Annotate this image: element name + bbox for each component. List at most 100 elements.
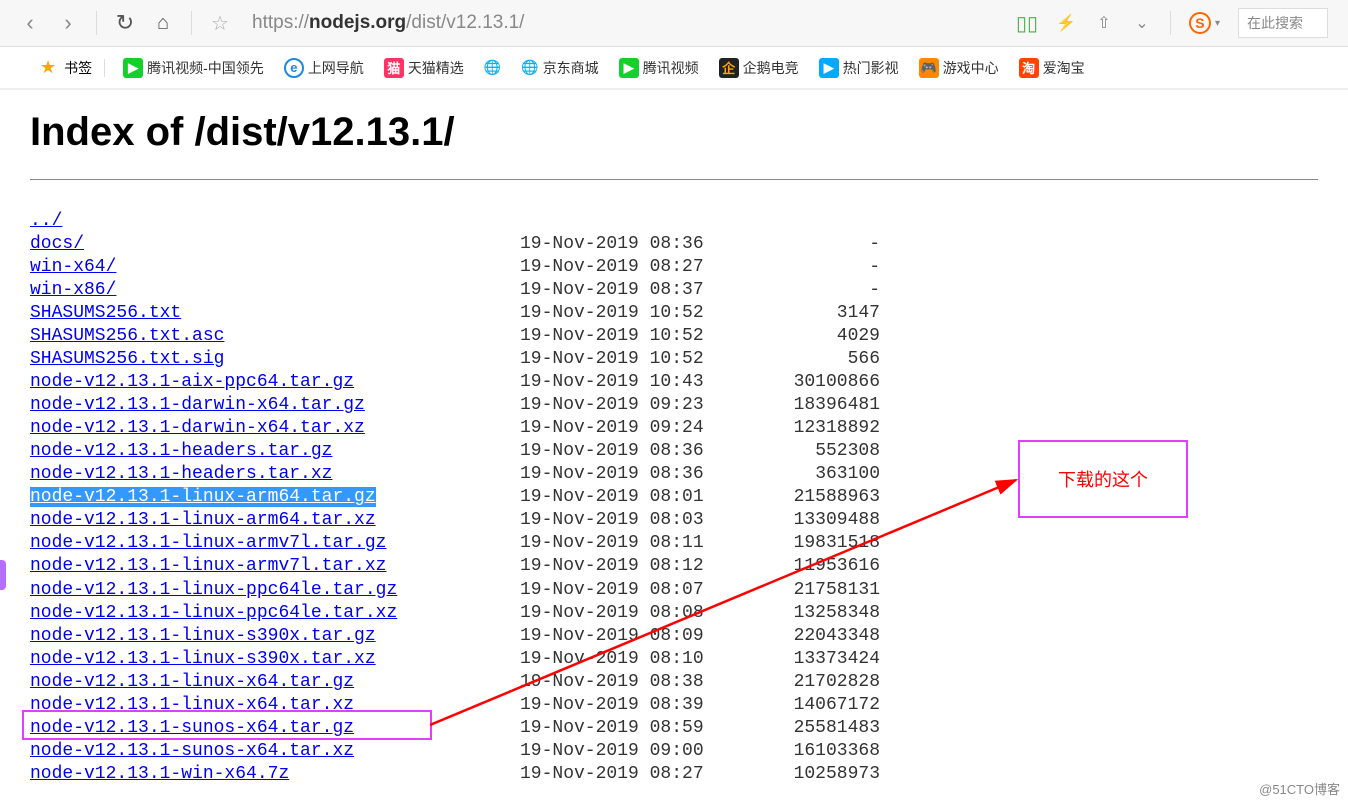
lightning-icon[interactable]: ⚡	[1056, 13, 1076, 33]
back-icon[interactable]: ‹	[20, 13, 40, 33]
file-size: 22043348	[740, 625, 880, 648]
bookmark-jd[interactable]: 🌐 京东商城	[515, 58, 604, 78]
share-icon[interactable]: ⇧	[1094, 13, 1114, 33]
home-icon[interactable]: ⌂	[153, 13, 173, 33]
file-link[interactable]: node-v12.13.1-headers.tar.gz	[30, 441, 332, 461]
file-size: 21758131	[740, 579, 880, 602]
file-link[interactable]: node-v12.13.1-linux-x64.tar.gz	[30, 672, 354, 692]
file-size: 13258348	[740, 602, 880, 625]
file-row: node-v12.13.1-darwin-x64.tar.gz 19-Nov-20…	[30, 394, 1318, 417]
star-icon[interactable]: ★	[40, 57, 56, 78]
file-row: node-v12.13.1-darwin-x64.tar.xz19-Nov-20…	[30, 417, 1318, 440]
file-row: node-v12.13.1-aix-ppc64.tar.gz 19-Nov-201…	[30, 371, 1318, 394]
file-link[interactable]: node-v12.13.1-linux-armv7l.tar.xz	[30, 556, 386, 576]
file-size: 552308	[740, 440, 880, 463]
file-size: 4029	[740, 325, 880, 348]
file-row: node-v12.13.1-linux-s390x.tar.gz 19-Nov-2…	[30, 625, 1318, 648]
bookmark-tencent-video2[interactable]: ▶腾讯视频	[613, 58, 705, 78]
file-row: win-x86/19-Nov-2019 08:37-	[30, 279, 1318, 302]
file-link[interactable]: node-v12.13.1-linux-ppc64le.tar.xz	[30, 603, 397, 623]
bookmark-label: 腾讯视频	[643, 58, 699, 78]
file-date: 19-Nov-2019 08:07	[520, 579, 740, 602]
file-row: node-v12.13.1-linux-armv7l.tar.xz19-Nov-…	[30, 555, 1318, 578]
globe-icon: 🌐	[521, 59, 538, 76]
file-link[interactable]: node-v12.13.1-headers.tar.xz	[30, 464, 332, 484]
file-size: -	[740, 233, 880, 256]
file-link[interactable]: node-v12.13.1-linux-ppc64le.tar.gz	[30, 580, 397, 600]
url-bar[interactable]: https://nodejs.org/dist/v12.13.1/	[252, 12, 524, 34]
file-link[interactable]: win-x64/	[30, 257, 116, 277]
file-size: 566	[740, 348, 880, 371]
left-tab-handle[interactable]	[0, 560, 6, 590]
file-size: 14067172	[740, 694, 880, 717]
file-link[interactable]: node-v12.13.1-sunos-x64.tar.xz	[30, 741, 354, 761]
bookmark-tmall[interactable]: 猫天猫精选	[378, 58, 470, 78]
file-size: 10258973	[740, 763, 880, 786]
file-size: 25581483	[740, 717, 880, 740]
reload-icon[interactable]: ↻	[115, 13, 135, 33]
file-date: 19-Nov-2019 08:39	[520, 694, 740, 717]
file-link[interactable]: node-v12.13.1-darwin-x64.tar.gz	[30, 395, 365, 415]
file-row: docs/19-Nov-2019 08:36-	[30, 233, 1318, 256]
play-icon: ▶	[123, 58, 143, 78]
file-date: 19-Nov-2019 10:52	[520, 325, 740, 348]
file-date: 19-Nov-2019 10:52	[520, 348, 740, 371]
url-path: /dist/v12.13.1/	[406, 12, 524, 34]
sogou-icon[interactable]: S	[1189, 12, 1211, 34]
gamepad-icon: 🎮	[919, 58, 939, 78]
bookmark-nav[interactable]: e上网导航	[278, 58, 370, 78]
file-link[interactable]: SHASUMS256.txt	[30, 303, 181, 323]
file-date: 19-Nov-2019 08:08	[520, 602, 740, 625]
bookmark-games[interactable]: 🎮游戏中心	[913, 58, 1005, 78]
chevron-down-icon[interactable]: ⌄	[1132, 13, 1152, 33]
bookmark-label: 京东商城	[543, 58, 599, 78]
bookmark-globe1[interactable]: 🌐	[478, 59, 507, 76]
file-link[interactable]: node-v12.13.1-linux-arm64.tar.xz	[30, 510, 376, 530]
bookmark-tencent-video[interactable]: ▶腾讯视频-中国领先	[117, 58, 270, 78]
bookmarks-bar: ★ 书签 ▶腾讯视频-中国领先 e上网导航 猫天猫精选 🌐 🌐京东商城 ▶腾讯视…	[0, 47, 1348, 90]
file-link[interactable]: SHASUMS256.txt.sig	[30, 349, 224, 369]
watermark: @51CTO博客	[1259, 779, 1340, 798]
reader-icon[interactable]: ▯▯	[1016, 11, 1038, 36]
star-outline-icon[interactable]: ☆	[210, 13, 230, 33]
file-date: 19-Nov-2019 08:09	[520, 625, 740, 648]
parent-dir-link[interactable]: ../	[30, 211, 62, 231]
file-date: 19-Nov-2019 09:23	[520, 394, 740, 417]
file-date: 19-Nov-2019 10:43	[520, 371, 740, 394]
bookmark-itaobao[interactable]: 淘爱淘宝	[1013, 58, 1091, 78]
file-link[interactable]: win-x86/	[30, 280, 116, 300]
file-link[interactable]: node-v12.13.1-linux-arm64.tar.gz	[30, 487, 376, 507]
bookmarks-label[interactable]: 书签	[64, 58, 92, 78]
url-domain: nodejs.org	[309, 12, 406, 34]
file-date: 19-Nov-2019 08:38	[520, 671, 740, 694]
file-date: 19-Nov-2019 08:36	[520, 463, 740, 486]
bookmark-label: 热门影视	[843, 58, 899, 78]
bookmark-label: 天猫精选	[408, 58, 464, 78]
file-link[interactable]: node-v12.13.1-linux-armv7l.tar.gz	[30, 533, 386, 553]
forward-icon[interactable]: ›	[58, 13, 78, 33]
play-icon: ▶	[619, 58, 639, 78]
bookmark-label: 游戏中心	[943, 58, 999, 78]
file-row: node-v12.13.1-linux-s390x.tar.xz19-Nov-2…	[30, 648, 1318, 671]
bookmark-label: 爱淘宝	[1043, 58, 1085, 78]
file-link[interactable]: node-v12.13.1-aix-ppc64.tar.gz	[30, 372, 354, 392]
file-link[interactable]: docs/	[30, 234, 84, 254]
file-date: 19-Nov-2019 08:01	[520, 486, 740, 509]
bookmark-egame[interactable]: 企企鹅电竞	[713, 58, 805, 78]
file-link[interactable]: SHASUMS256.txt.asc	[30, 326, 224, 346]
file-row: node-v12.13.1-linux-ppc64le.tar.gz 19-Nov…	[30, 579, 1318, 602]
file-size: 18396481	[740, 394, 880, 417]
sogou-dropdown-icon[interactable]: ▾	[1215, 18, 1220, 29]
file-row: SHASUMS256.txt.sig 19-Nov-2019 10:52566	[30, 348, 1318, 371]
file-link[interactable]: node-v12.13.1-darwin-x64.tar.xz	[30, 418, 365, 438]
file-size: 13373424	[740, 648, 880, 671]
bookmark-label: 企鹅电竞	[743, 58, 799, 78]
play-icon: ▶	[819, 58, 839, 78]
bookmark-popular[interactable]: ▶热门影视	[813, 58, 905, 78]
file-link[interactable]: node-v12.13.1-linux-s390x.tar.gz	[30, 626, 376, 646]
divider	[104, 59, 105, 77]
search-input[interactable]: 在此搜索	[1238, 8, 1328, 38]
file-link[interactable]: node-v12.13.1-win-x64.7z	[30, 764, 289, 784]
taobao-icon: 淘	[1019, 58, 1039, 78]
file-link[interactable]: node-v12.13.1-linux-s390x.tar.xz	[30, 649, 376, 669]
